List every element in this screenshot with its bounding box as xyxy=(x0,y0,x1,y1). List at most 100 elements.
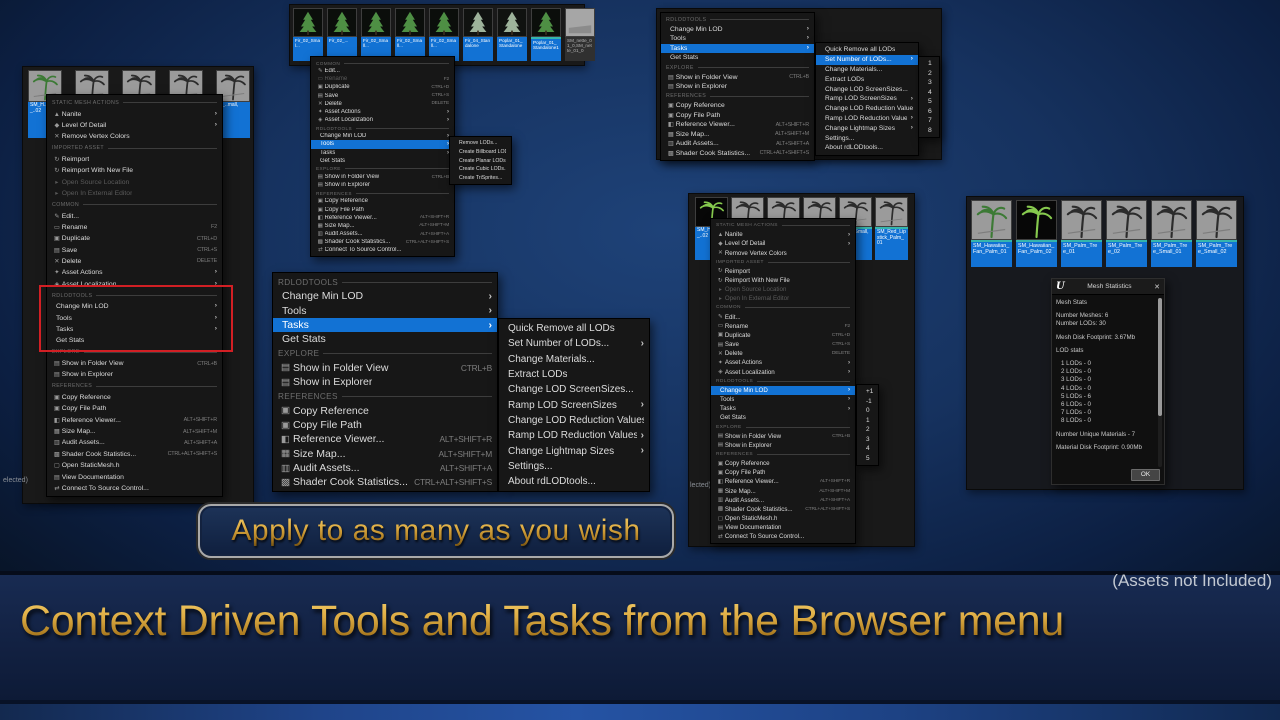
menu-item-copy-reference[interactable]: ▣Copy Reference xyxy=(273,404,497,418)
menu-item-connect-to-source-control[interactable]: ⇄Connect To Source Control... xyxy=(711,532,855,541)
menu-item-save[interactable]: ▤SaveCTRL+S xyxy=(711,340,855,349)
asset-thumbnail-sm-palm-tree-small-01[interactable]: SM_Palm_Tree_Small_01 xyxy=(1151,200,1192,267)
menu-item-8[interactable]: 8 xyxy=(919,126,939,136)
menu-item-settings[interactable]: Settings... xyxy=(816,133,918,143)
menu-item-reference-viewer[interactable]: ◧Reference Viewer...ALT+SHIFT+R xyxy=(47,415,222,426)
menu-item-0[interactable]: 0 xyxy=(857,406,878,416)
asset-thumbnail-sm-nette-01-0-sm-nette-01-0[interactable]: SM_nette_01_0,SM_nette_01_0 xyxy=(565,8,595,61)
asset-thumbnail-sm-hawaiian-fan-palm-02[interactable]: SM_Hawaiian_Fan_Palm_02 xyxy=(1016,200,1057,267)
menu-item-4[interactable]: 4 xyxy=(919,88,939,98)
menu-item-reimport-with-new-file[interactable]: ↻Reimport With New File xyxy=(711,276,855,285)
menu-item-about-rdlodtools[interactable]: About rdLODtools... xyxy=(499,474,649,489)
menu-item-extract-lods[interactable]: Extract LODs xyxy=(816,74,918,84)
menu-item-shader-cook-statistics[interactable]: ▩Shader Cook Statistics...CTRL+ALT+SHIFT… xyxy=(273,475,497,489)
menu-item-tools[interactable]: Tools› xyxy=(311,140,454,148)
asset-thumbnail-sm-palm-tree-01[interactable]: SM_Palm_Tree_01 xyxy=(1061,200,1102,267)
asset-thumbnail-fir-04-standalone[interactable]: Fir_04_Standalone xyxy=(463,8,493,61)
menu-item-1[interactable]: -1 xyxy=(857,397,878,407)
asset-thumbnail-sm-palm-tree-02[interactable]: SM_Palm_Tree_02 xyxy=(1106,200,1147,267)
menu-item-connect-to-source-control[interactable]: ⇄Connect To Source Control... xyxy=(311,246,454,254)
menu-item-audit-assets[interactable]: ▥Audit Assets...ALT+SHIFT+A xyxy=(311,230,454,238)
menu-item-duplicate[interactable]: ▣DuplicateCTRL+D xyxy=(311,83,454,91)
menu-item-reimport[interactable]: ↻Reimport xyxy=(711,267,855,276)
menu-item-change-lightmap-sizes[interactable]: Change Lightmap Sizes› xyxy=(499,443,649,458)
asset-thumbnail-sm-palm-tree-small-02[interactable]: SM_Palm_Tree_Small_02 xyxy=(1196,200,1237,267)
menu-item-about-rdlodtools[interactable]: About rdLODtools... xyxy=(816,143,918,153)
menu-item-edit[interactable]: ✎Edit... xyxy=(311,67,454,75)
menu-item-get-stats[interactable]: Get Stats xyxy=(661,53,814,63)
menu-item-size-map[interactable]: ▦Size Map...ALT+SHIFT+M xyxy=(47,426,222,437)
menu-item-change-min-lod[interactable]: Change Min LOD› xyxy=(273,289,497,303)
menu-item-size-map[interactable]: ▦Size Map...ALT+SHIFT+M xyxy=(311,222,454,230)
menu-item-change-min-lod[interactable]: Change Min LOD› xyxy=(311,132,454,140)
menu-item-show-in-folder-view[interactable]: ▤Show in Folder ViewCTRL+B xyxy=(47,358,222,369)
menu-item-show-in-explorer[interactable]: ▤Show in Explorer xyxy=(47,369,222,380)
menu-item-4[interactable]: 4 xyxy=(857,444,878,454)
menu-item-reimport-with-new-file[interactable]: ↻Reimport With New File xyxy=(47,165,222,176)
menu-item-show-in-folder-view[interactable]: ▤Show in Folder ViewCTRL+B xyxy=(711,432,855,441)
menu-item-3[interactable]: 3 xyxy=(919,78,939,88)
menu-item-asset-actions[interactable]: ✦Asset Actions› xyxy=(711,358,855,367)
menu-item-extract-lods[interactable]: Extract LODs xyxy=(499,367,649,382)
menu-item-open-staticmesh-h[interactable]: ▢Open StaticMesh.h xyxy=(47,460,222,471)
menu-item-change-lod-screensizes[interactable]: Change LOD ScreenSizes... xyxy=(499,382,649,397)
menu-item-copy-file-path[interactable]: ▣Copy File Path xyxy=(711,468,855,477)
menu-item-tasks[interactable]: Tasks› xyxy=(661,44,814,54)
menu-item-shader-cook-statistics[interactable]: ▩Shader Cook Statistics...CTRL+ALT+SHIFT… xyxy=(661,149,814,159)
menu-item-copy-reference[interactable]: ▣Copy Reference xyxy=(661,101,814,111)
menu-item-open-staticmesh-h[interactable]: ▢Open StaticMesh.h xyxy=(711,514,855,523)
menu-item-ramp-lod-reduction-values[interactable]: Ramp LOD Reduction Values› xyxy=(499,428,649,443)
menu-item-7[interactable]: 7 xyxy=(919,116,939,126)
menu-item-duplicate[interactable]: ▣DuplicateCTRL+D xyxy=(711,331,855,340)
menu-item-create-cubic-lods[interactable]: Create Cubic LODs... xyxy=(450,165,511,174)
asset-thumbnail-sm-red-lipstick-palm-01[interactable]: SM_Red_Lipstick_Palm_01 xyxy=(875,197,908,260)
menu-item-copy-file-path[interactable]: ▣Copy File Path xyxy=(311,206,454,214)
menu-item-5[interactable]: 5 xyxy=(919,97,939,107)
menu-item-rename[interactable]: ▭RenameF2 xyxy=(311,75,454,83)
menu-item-copy-file-path[interactable]: ▣Copy File Path xyxy=(273,418,497,432)
menu-item-set-number-of-lods[interactable]: Set Number of LODs...› xyxy=(816,55,918,65)
menu-item-remove-lods[interactable]: Remove LODs... xyxy=(450,139,511,148)
menu-item-change-materials[interactable]: Change Materials... xyxy=(816,65,918,75)
menu-item-connect-to-source-control[interactable]: ⇄Connect To Source Control... xyxy=(47,483,222,494)
menu-item-copy-reference[interactable]: ▣Copy Reference xyxy=(47,392,222,403)
asset-thumbnail-fir-02-smal[interactable]: Fir_02_Smal... xyxy=(293,8,323,61)
menu-item-change-lod-reduction-values[interactable]: Change LOD Reduction Values... xyxy=(499,413,649,428)
menu-item-copy-reference[interactable]: ▣Copy Reference xyxy=(711,459,855,468)
menu-item-change-lightmap-sizes[interactable]: Change Lightmap Sizes› xyxy=(816,123,918,133)
menu-item-reimport[interactable]: ↻Reimport xyxy=(47,154,222,165)
close-icon[interactable]: ✕ xyxy=(1154,283,1160,291)
menu-item-shader-cook-statistics[interactable]: ▩Shader Cook Statistics...CTRL+ALT+SHIFT… xyxy=(311,238,454,246)
menu-item-audit-assets[interactable]: ▥Audit Assets...ALT+SHIFT+A xyxy=(711,496,855,505)
menu-item-asset-actions[interactable]: ✦Asset Actions› xyxy=(311,108,454,116)
menu-item-delete[interactable]: ✕DeleteDELETE xyxy=(47,256,222,267)
menu-item-tasks[interactable]: Tasks› xyxy=(711,404,855,413)
menu-item-ramp-lod-reduction-values[interactable]: Ramp LOD Reduction Values› xyxy=(816,114,918,124)
menu-item-asset-localization[interactable]: ◈Asset Localization› xyxy=(711,368,855,377)
menu-item-reference-viewer[interactable]: ◧Reference Viewer...ALT+SHIFT+R xyxy=(661,120,814,130)
menu-item-tools[interactable]: Tools› xyxy=(711,395,855,404)
menu-item-create-billboard-lods[interactable]: Create Billboard LODs... xyxy=(450,148,511,157)
asset-thumbnail-fir-02[interactable]: Fir_02_... xyxy=(327,8,357,61)
scrollbar-thumb[interactable] xyxy=(1158,298,1162,416)
menu-item-remove-vertex-colors[interactable]: ✕Remove Vertex Colors xyxy=(711,248,855,257)
menu-item-tools[interactable]: Tools› xyxy=(661,34,814,44)
asset-thumbnail-fir-02-small[interactable]: Fir_02_Small... xyxy=(361,8,391,61)
menu-item-quick-remove-all-lods[interactable]: Quick Remove all LODs xyxy=(499,321,649,336)
menu-item-tools[interactable]: Tools› xyxy=(273,304,497,318)
menu-item-copy-file-path[interactable]: ▣Copy File Path xyxy=(47,403,222,414)
menu-item-settings[interactable]: Settings... xyxy=(499,459,649,474)
menu-item-rename[interactable]: ▭RenameF2 xyxy=(47,222,222,233)
menu-item-size-map[interactable]: ▦Size Map...ALT+SHIFT+M xyxy=(273,447,497,461)
asset-thumbnail-poplar-01-standalone[interactable]: Poplar_01_Standalone xyxy=(497,8,527,61)
menu-item-open-in-external-editor[interactable]: ▸Open In External Editor xyxy=(711,294,855,303)
asset-thumbnail-poplar-01-standalone1[interactable]: Poplar_01_Standalone1 xyxy=(531,8,561,61)
menu-item-shader-cook-statistics[interactable]: ▩Shader Cook Statistics...CTRL+ALT+SHIFT… xyxy=(711,505,855,514)
menu-item-open-source-location[interactable]: ▸Open Source Location xyxy=(47,176,222,187)
menu-item-reference-viewer[interactable]: ◧Reference Viewer...ALT+SHIFT+R xyxy=(273,432,497,446)
menu-item-3[interactable]: 3 xyxy=(857,435,878,445)
menu-item-2[interactable]: 2 xyxy=(919,69,939,79)
menu-item-level-of-detail[interactable]: ◆Level Of Detail› xyxy=(711,239,855,248)
menu-item-copy-reference[interactable]: ▣Copy Reference xyxy=(311,197,454,205)
menu-item-view-documentation[interactable]: ▤View Documentation xyxy=(711,523,855,532)
